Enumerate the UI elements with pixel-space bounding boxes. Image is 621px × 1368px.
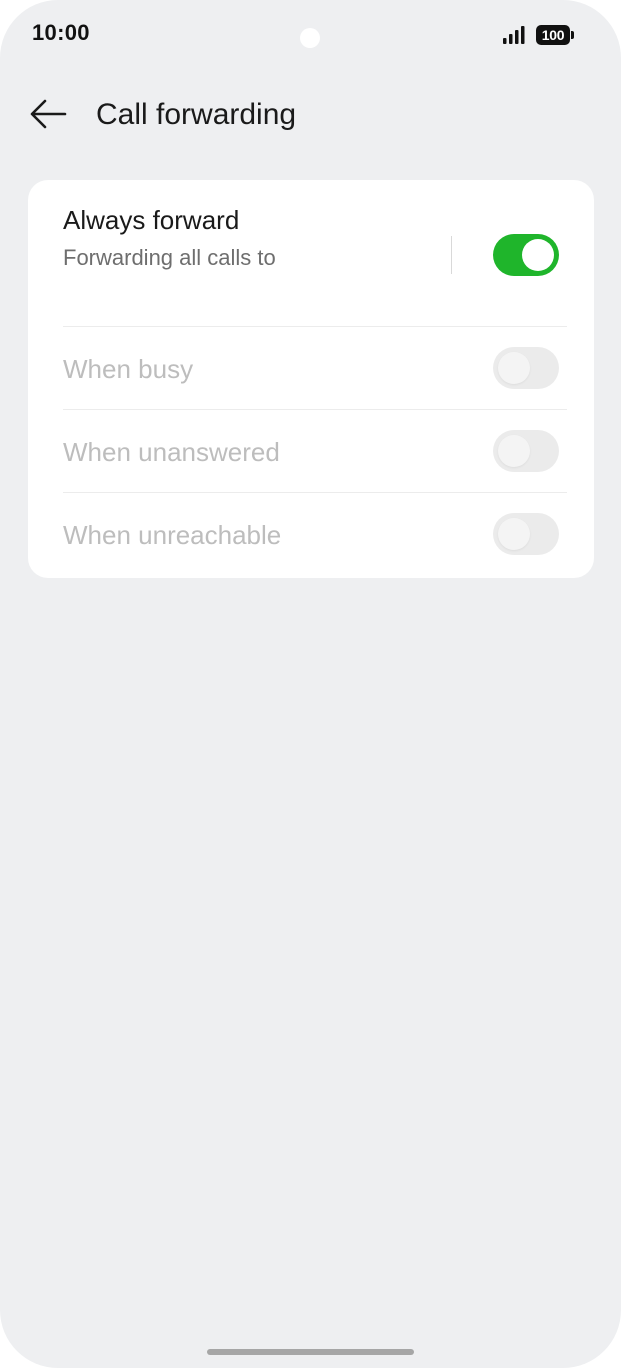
always-forward-subtitle: Forwarding all calls to bbox=[63, 245, 276, 270]
always-forward-title: Always forward bbox=[63, 205, 240, 235]
back-arrow-icon[interactable] bbox=[26, 94, 70, 134]
toggle-knob bbox=[498, 352, 530, 384]
page-title: Call forwarding bbox=[96, 98, 297, 131]
when-unanswered-label: When unanswered bbox=[63, 437, 280, 467]
divider bbox=[63, 326, 567, 327]
home-indicator[interactable] bbox=[207, 1349, 414, 1355]
when-unanswered-toggle[interactable] bbox=[493, 430, 559, 472]
when-unreachable-toggle[interactable] bbox=[493, 513, 559, 555]
when-unreachable-label: When unreachable bbox=[63, 520, 282, 550]
always-forward-toggle[interactable] bbox=[493, 234, 559, 276]
battery-icon: 100 bbox=[536, 25, 570, 45]
phone-screen: 10:00 100 Call forwarding Always forward… bbox=[0, 0, 621, 1368]
divider bbox=[63, 492, 567, 493]
divider bbox=[63, 409, 567, 410]
cellular-signal-icon bbox=[503, 26, 525, 44]
front-camera bbox=[300, 28, 320, 48]
battery-tip bbox=[571, 31, 574, 39]
toggle-knob bbox=[498, 435, 530, 467]
vertical-divider bbox=[451, 236, 452, 274]
status-time: 10:00 bbox=[32, 20, 90, 45]
call-forwarding-card: Always forward Forwarding all calls to W… bbox=[28, 180, 594, 578]
when-busy-toggle[interactable] bbox=[493, 347, 559, 389]
toggle-knob bbox=[522, 239, 554, 271]
toggle-knob bbox=[498, 518, 530, 550]
when-busy-label: When busy bbox=[63, 354, 194, 384]
